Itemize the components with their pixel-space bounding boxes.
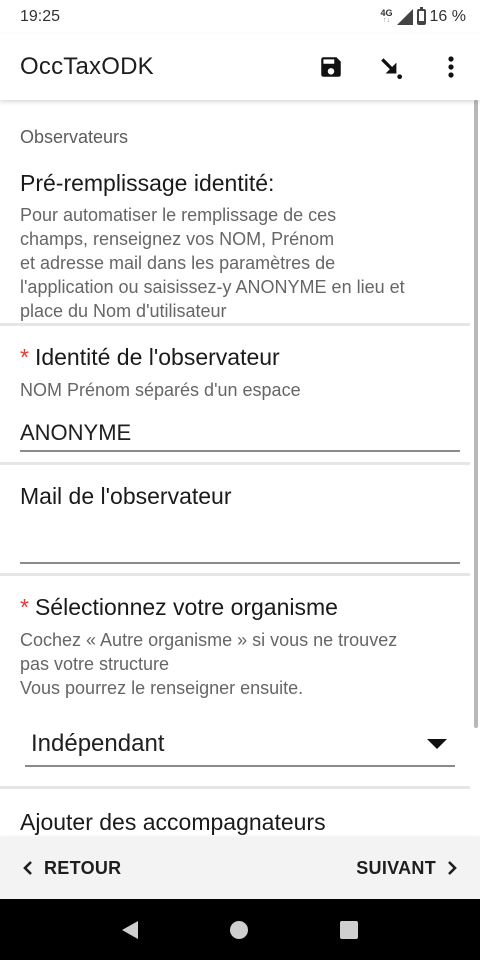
chevron-left-icon [23,861,32,875]
next-button[interactable]: SUIVANT [356,858,458,879]
required-marker: * [20,594,29,620]
identity-hint: NOM Prénom séparés d'un espace [20,380,301,400]
companions-label: Ajouter des accompagnateurs [20,809,326,835]
system-home-icon[interactable] [230,920,248,939]
form-content[interactable]: Observateurs Pré-remplissage identité: P… [0,100,480,837]
prefill-title: Pré-remplissage identité: [20,170,275,196]
divider [0,323,470,326]
system-recents-icon[interactable] [340,920,358,939]
prefill-hint: Pour automatiser le remplissage de ces c… [20,205,405,321]
app-bar-actions [316,34,466,100]
divider [0,573,470,576]
identity-label: * Identité de l'observateur [20,344,280,370]
divider [0,786,470,789]
next-button-label: SUIVANT [356,857,436,878]
organism-select[interactable]: Indépendant [25,723,455,767]
group-label: Observateurs [20,127,129,147]
app-title: OccTaxODK [20,53,154,80]
goto-icon[interactable] [376,52,406,82]
battery-icon [416,7,426,25]
back-button-label: RETOUR [44,857,122,878]
status-time: 19:25 [20,8,61,25]
status-indicators: 4G ↑↓ 16 % [380,7,466,26]
form-navigation-bar: RETOUR SUIVANT [0,837,480,899]
mail-input[interactable] [20,528,460,564]
identity-input[interactable] [20,416,460,452]
save-icon[interactable] [316,52,346,82]
back-button[interactable]: RETOUR [22,858,121,879]
organism-label: * Sélectionnez votre organisme [20,594,338,620]
organism-hint: Cochez « Autre organisme » si vous ne tr… [20,630,398,698]
system-navigation-bar [0,899,480,960]
status-bar: 19:25 4G ↑↓ 16 % [0,0,480,34]
scrollbar[interactable] [474,100,478,728]
chevron-right-icon [448,861,457,875]
chevron-down-icon [427,739,447,749]
system-back-icon[interactable] [122,920,138,939]
app-bar: OccTaxODK [0,34,480,100]
network-type-icon: 4G ↑↓ [380,8,393,25]
mail-label: Mail de l'observateur [20,483,232,509]
organism-selected-value: Indépendant [31,730,165,757]
more-vert-icon[interactable] [436,52,466,82]
battery-percent: 16 % [429,8,466,25]
signal-icon [396,9,413,25]
required-marker: * [20,344,29,370]
divider [0,462,470,465]
